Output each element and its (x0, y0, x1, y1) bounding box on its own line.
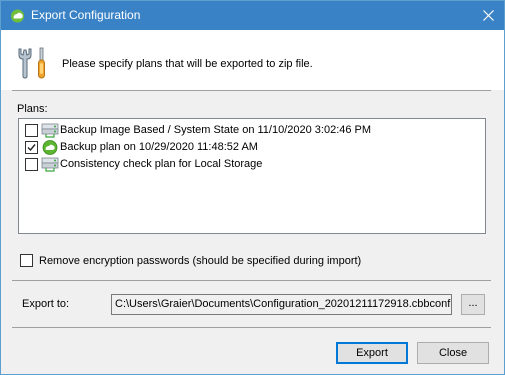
server-plan-icon (41, 156, 59, 173)
list-item-consistency-check[interactable]: Consistency check plan for Local Storage (25, 156, 480, 173)
remove-passwords-label: Remove encryption passwords (should be s… (39, 255, 362, 267)
footer-divider (12, 327, 491, 328)
plans-list[interactable]: Backup Image Based / System State on 11/… (18, 118, 486, 234)
tools-icon (15, 46, 51, 80)
browse-button[interactable]: ... (461, 294, 485, 315)
close-window-icon[interactable] (474, 1, 504, 30)
export-path-field[interactable]: C:\Users\Graier\Documents\Configuration_… (111, 294, 452, 315)
app-icon (10, 8, 25, 23)
plans-label: Plans: (17, 103, 48, 115)
title-bar[interactable]: Export Configuration (1, 1, 504, 30)
remove-passwords-option[interactable]: Remove encryption passwords (should be s… (20, 253, 400, 268)
server-plan-icon (41, 122, 59, 139)
window-title: Export Configuration (31, 8, 141, 22)
export-configuration-dialog: Export Configuration Please specify plan… (0, 0, 505, 375)
plan-label: Consistency check plan for Local Storage (60, 158, 263, 170)
plan-label: Backup plan on 10/29/2020 11:48:52 AM (60, 141, 258, 153)
export-to-label: Export to: (22, 298, 70, 310)
plan-checkbox[interactable] (25, 158, 38, 171)
list-item-plan-image-based[interactable]: Backup Image Based / System State on 11/… (25, 122, 480, 139)
options-divider (12, 280, 491, 281)
plan-checkbox-checked[interactable] (25, 141, 38, 154)
export-button[interactable]: Export (336, 342, 408, 364)
dialog-header: Please specify plans that will be export… (1, 30, 504, 90)
list-item-backup-plan[interactable]: Backup plan on 10/29/2020 11:48:52 AM (25, 139, 480, 156)
close-button[interactable]: Close (417, 342, 489, 364)
header-description: Please specify plans that will be export… (62, 58, 313, 70)
cloud-plan-icon (41, 139, 59, 156)
plan-label: Backup Image Based / System State on 11/… (60, 124, 372, 136)
remove-passwords-checkbox[interactable] (20, 254, 33, 267)
plan-checkbox[interactable] (25, 124, 38, 137)
header-divider (12, 90, 491, 91)
